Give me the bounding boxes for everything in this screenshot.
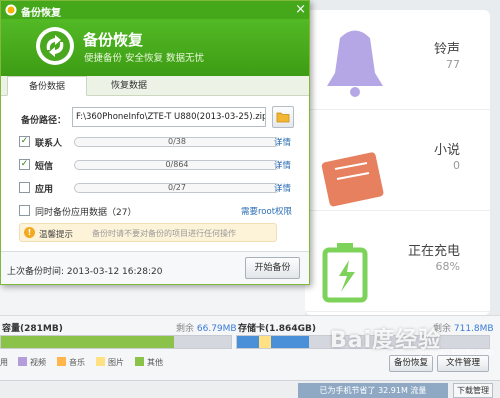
start-backup-button[interactable]: 开始备份 (245, 257, 300, 279)
progress-text: 0/864 (165, 160, 189, 169)
backup-path-input[interactable]: F:\360PhoneInfo\ZTE-T U880(2013-03-25).z… (72, 107, 266, 127)
bar-segment-blue (271, 336, 309, 348)
file-manager-button[interactable]: 文件管理 (437, 355, 489, 372)
tile-charging[interactable]: 正在充电 68% (305, 212, 490, 312)
free-prefix: 剩余 (176, 324, 195, 334)
progress-bar: 0/864 (74, 160, 280, 170)
legend-item: 图片 (96, 357, 124, 368)
legend-swatch (18, 357, 27, 366)
path-label: 备份路径： (21, 116, 67, 126)
banner-subtitle: 便捷备份 安全恢复 数据无忧 (84, 53, 205, 64)
item-label: 短信 (35, 162, 54, 172)
tile-label: 正在充电 (407, 244, 460, 259)
sms-checkbox[interactable]: ✓ (19, 159, 30, 170)
title-bar: 备份恢复 × (1, 1, 309, 19)
backup-item-contacts: ✓ 联系人 0/38 详情 (19, 134, 299, 150)
tip-box: ! 温馨提示 备份时请不要对备份的项目进行任何操作 (19, 223, 277, 242)
card-storage-label: 存储卡(1.864GB) (238, 324, 316, 334)
legend-item: 用 (0, 357, 8, 368)
tile-value: 77 (446, 58, 460, 71)
bar-segment-used (1, 336, 174, 348)
tile-novel[interactable]: 小说 0 (305, 111, 490, 211)
battery-icon (322, 243, 368, 303)
item-label: 联系人 (35, 139, 63, 149)
backup-restore-dialog: 备份恢复 × 备份恢复 便捷备份 安全恢复 数据无忧 备份数据 恢复数据 备份路… (0, 0, 310, 285)
download-manager-button[interactable]: 下载管理 (453, 383, 493, 398)
phone-storage-bar (0, 335, 232, 349)
sync-app-data-checkbox[interactable] (19, 205, 30, 216)
book-icon (321, 152, 384, 207)
progress-text: 0/27 (168, 183, 186, 192)
browse-folder-button[interactable] (272, 106, 294, 128)
folder-icon (276, 112, 290, 123)
sync-app-data-label: 同时备份应用数据（27） (35, 208, 137, 218)
info-icon: ! (24, 227, 35, 238)
legend-item: 音乐 (57, 357, 85, 368)
app-icon (5, 4, 17, 16)
watermark-url: jingyan.baidu.com (420, 348, 494, 357)
tile-label: 小说 (433, 143, 460, 158)
progress-bar: 0/38 (74, 137, 280, 147)
free-value: 66.79MB (196, 324, 237, 334)
recycle-icon (36, 27, 74, 65)
progress-text: 0/38 (168, 137, 186, 146)
tab-bar: 备份数据 恢复数据 (1, 76, 309, 96)
close-icon[interactable]: × (295, 2, 306, 17)
backup-restore-button[interactable]: 备份恢复 (389, 355, 433, 372)
tile-ringtone[interactable]: 铃声 77 (305, 10, 490, 110)
legend-label: 用 (0, 358, 8, 367)
phone-storage-free: 剩余 66.79MB (176, 321, 237, 334)
banner-title: 备份恢复 (83, 31, 144, 49)
bar-segment-yellow (259, 336, 271, 348)
dialog-banner: 备份恢复 便捷备份 安全恢复 数据无忧 (1, 19, 309, 76)
backup-item-sms: ✓ 短信 0/864 详情 (19, 157, 299, 173)
legend-label: 其他 (147, 358, 163, 367)
info-panel: 铃声 77 小说 0 正在充电 68% (305, 10, 490, 315)
legend-swatch (57, 357, 66, 366)
progress-bar: 0/27 (74, 183, 280, 193)
details-link[interactable]: 详情 (274, 182, 291, 194)
details-link[interactable]: 详情 (274, 159, 291, 171)
bell-icon (327, 30, 383, 97)
tile-value: 0 (453, 159, 460, 172)
contacts-checkbox[interactable]: ✓ (19, 136, 30, 147)
legend-label: 图片 (108, 358, 124, 367)
tip-text: 备份时请不要对备份的项目进行任何操作 (92, 229, 236, 238)
tab-restore[interactable]: 恢复数据 (89, 76, 169, 96)
status-bar: 已为手机节省了 32.91M 流量 下载管理 (0, 380, 500, 398)
legend-item: 视频 (18, 357, 46, 368)
tip-title: 温馨提示 (39, 230, 74, 240)
window-title: 备份恢复 (21, 8, 61, 19)
legend-label: 音乐 (69, 358, 85, 367)
left-strip (0, 285, 305, 315)
legend-label: 视频 (30, 358, 46, 367)
legend-item: 其他 (135, 357, 163, 368)
phone-storage-label: 容量(281MB) (2, 324, 63, 334)
apps-checkbox[interactable] (19, 182, 30, 193)
data-saved-text: 已为手机节省了 32.91M 流量 (298, 383, 448, 398)
tab-backup[interactable]: 备份数据 (7, 76, 87, 96)
root-required-link[interactable]: 需要root权限 (241, 205, 292, 217)
dialog-footer: 上次备份时间: 2013-03-12 16:28:20 开始备份 (1, 251, 309, 284)
details-link[interactable]: 详情 (274, 136, 291, 148)
tile-value: 68% (435, 260, 460, 273)
legend-swatch (96, 357, 105, 366)
bar-segment-blue (237, 336, 259, 348)
sync-app-data-row: 同时备份应用数据（27） 需要root权限 (19, 203, 299, 219)
item-label: 应用 (35, 185, 54, 195)
backup-item-apps: 应用 0/27 详情 (19, 180, 299, 196)
card-storage-free: 剩余 711.8MB (433, 321, 494, 334)
last-backup-time: 上次备份时间: 2013-03-12 16:28:20 (7, 267, 163, 277)
free-value: 711.8MB (453, 324, 494, 334)
tile-label: 铃声 (433, 42, 460, 57)
legend-swatch (135, 357, 144, 366)
